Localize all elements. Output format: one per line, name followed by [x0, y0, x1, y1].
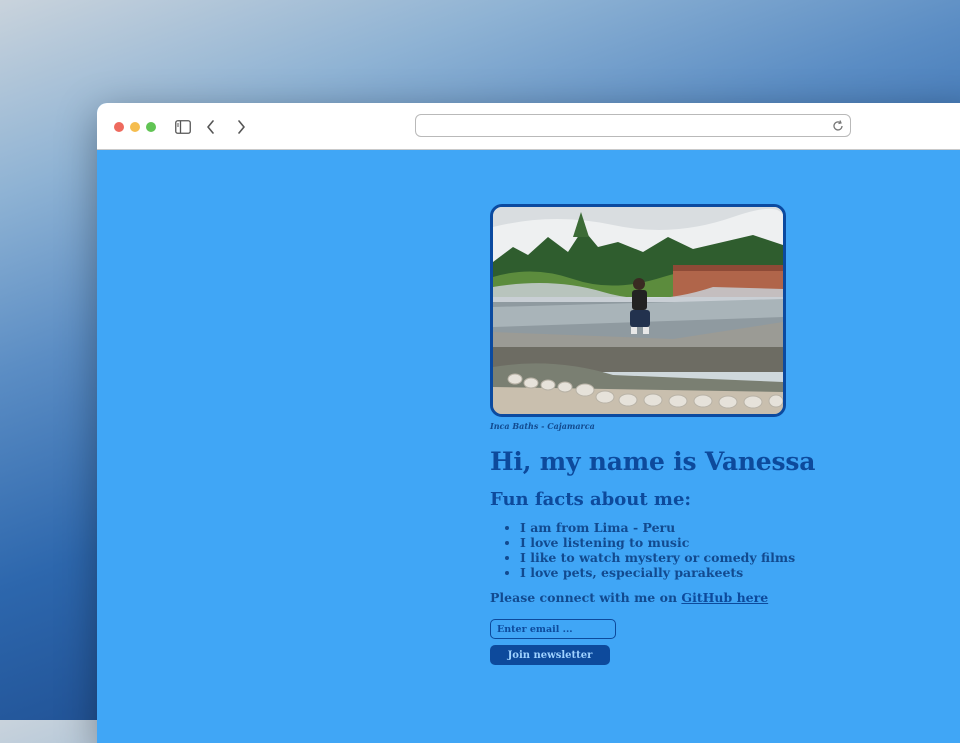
list-item: I love pets, especially parakeets [520, 565, 790, 580]
section-heading: Fun facts about me: [490, 489, 692, 510]
page-title: Hi, my name is Vanessa [490, 447, 816, 476]
address-bar[interactable] [415, 114, 851, 137]
reload-icon[interactable] [831, 118, 845, 132]
join-newsletter-button[interactable]: Join newsletter [490, 645, 610, 665]
minimize-window-button[interactable] [130, 122, 140, 132]
page-content: Inca Baths - Cajamarca Hi, my name is Va… [490, 204, 816, 665]
chevron-right-icon[interactable] [231, 117, 251, 137]
connect-prefix: Please connect with me on [490, 590, 682, 605]
chevron-left-icon[interactable] [201, 117, 221, 137]
list-item: I am from Lima - Peru [520, 520, 790, 535]
list-item: I love listening to music [520, 535, 790, 550]
connect-text: Please connect with me on GitHub here [490, 590, 790, 605]
github-link[interactable]: GitHub here [681, 590, 768, 605]
photo-caption: Inca Baths - Cajamarca [490, 421, 595, 431]
profile-photo [490, 204, 786, 417]
email-input[interactable] [490, 619, 616, 639]
fun-facts-list: I am from Lima - Peru I love listening t… [490, 520, 795, 580]
zoom-window-button[interactable] [146, 122, 156, 132]
sidebar-icon[interactable] [173, 117, 193, 137]
browser-window: Inca Baths - Cajamarca Hi, my name is Va… [97, 103, 960, 743]
close-window-button[interactable] [114, 122, 124, 132]
browser-toolbar [97, 103, 960, 150]
list-item: I like to watch mystery or comedy films [520, 550, 795, 565]
